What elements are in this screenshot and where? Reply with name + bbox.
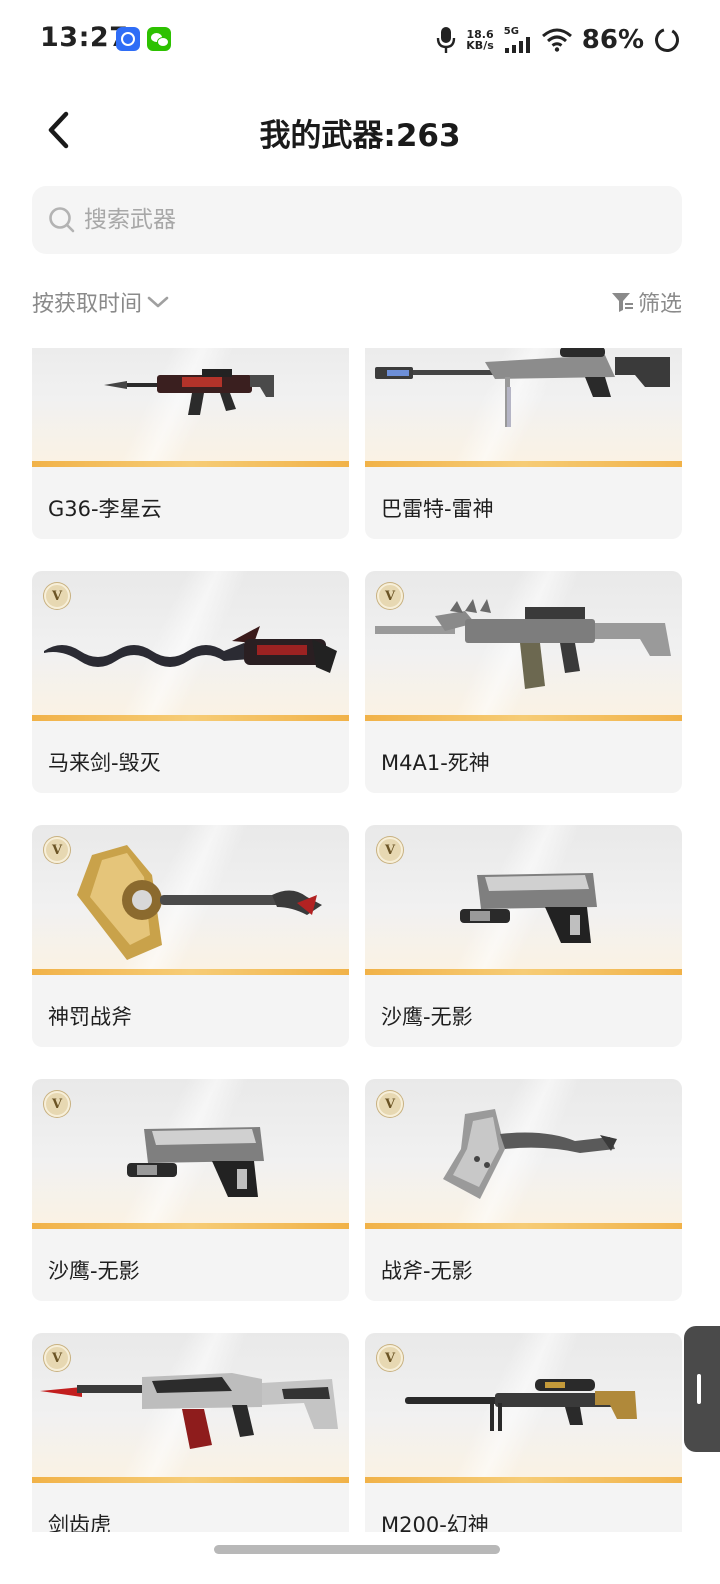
battery-level: 86% xyxy=(581,25,644,55)
microphone-icon xyxy=(437,27,456,53)
v-badge: V xyxy=(377,1345,403,1371)
chevron-down-icon xyxy=(147,296,169,308)
battery-ring-icon xyxy=(655,28,679,52)
weapon-image: V xyxy=(365,1333,682,1483)
weapon-name: 神罚战斧 xyxy=(48,1005,132,1029)
assault-rifle-icon xyxy=(104,369,274,415)
weapon-name: 巴雷特-雷神 xyxy=(381,497,494,521)
pistol-icon xyxy=(127,1127,264,1197)
weapon-image: V xyxy=(32,825,349,975)
v-badge: V xyxy=(377,1091,403,1117)
rifle-icon xyxy=(40,1373,338,1449)
weapon-name: G36-李星云 xyxy=(48,497,162,521)
cellular-signal: 5G xyxy=(504,27,532,53)
weapon-list[interactable]: V G36-李星云 V 巴雷特-雷神 xyxy=(0,348,720,1532)
v-badge: V xyxy=(377,583,403,609)
weapon-name: 沙鹰-无影 xyxy=(48,1259,140,1283)
net-speed: 18.6 KB/s xyxy=(466,29,493,51)
weapon-name: 剑齿虎 xyxy=(48,1513,111,1532)
weapon-card[interactable]: V M200-幻神 xyxy=(365,1333,682,1532)
k-app-icon xyxy=(116,27,140,51)
weapon-card[interactable]: V M4A1-死神 xyxy=(365,571,682,793)
search-input[interactable] xyxy=(84,207,644,233)
weapon-card[interactable]: V 沙鹰-无影 xyxy=(365,825,682,1047)
v-badge: V xyxy=(44,583,70,609)
floating-side-handle[interactable] xyxy=(684,1326,720,1452)
weapon-card[interactable]: V 剑齿虎 xyxy=(32,1333,349,1532)
weapon-name: 马来剑-毁灭 xyxy=(48,751,161,775)
assault-rifle-icon xyxy=(375,599,671,689)
weapon-card[interactable]: V 马来剑-毁灭 xyxy=(32,571,349,793)
weapon-grid: V G36-李星云 V 巴雷特-雷神 xyxy=(32,348,682,1532)
weapon-image: V xyxy=(365,571,682,721)
weapon-card[interactable]: V 战斧-无影 xyxy=(365,1079,682,1301)
wechat-icon xyxy=(147,27,171,51)
weapon-name: 沙鹰-无影 xyxy=(381,1005,473,1029)
wifi-icon xyxy=(541,28,572,52)
sniper-rifle-icon xyxy=(405,1379,637,1431)
signal-bars-icon xyxy=(504,37,530,53)
weapon-image: V xyxy=(365,348,682,467)
network-type: 5G xyxy=(503,26,519,37)
weapon-image: V xyxy=(365,1079,682,1229)
weapon-image: V xyxy=(32,1333,349,1483)
weapon-card[interactable]: V 神罚战斧 xyxy=(32,825,349,1047)
kris-sword-icon xyxy=(44,626,337,673)
v-badge: V xyxy=(44,1091,70,1117)
sort-label: 按获取时间 xyxy=(32,292,143,317)
weapon-image: V xyxy=(32,348,349,467)
weapon-image: V xyxy=(32,571,349,721)
status-right: 18.6 KB/s 5G 86% xyxy=(436,22,680,58)
filter-icon xyxy=(611,293,633,312)
weapon-image: V xyxy=(365,825,682,975)
home-indicator[interactable] xyxy=(214,1545,500,1554)
page-title: 我的武器:263 xyxy=(259,118,461,154)
sniper-rifle-icon xyxy=(375,348,670,427)
status-bar: 13:27 18.6 KB/s 5G 86% xyxy=(0,0,720,80)
weapon-card[interactable]: V G36-李星云 xyxy=(32,348,349,539)
v-badge: V xyxy=(44,837,70,863)
sort-dropdown[interactable]: 按获取时间 xyxy=(32,286,170,318)
weapon-card[interactable]: V 沙鹰-无影 xyxy=(32,1079,349,1301)
v-badge: V xyxy=(377,837,403,863)
battle-axe-icon xyxy=(77,845,322,960)
weapon-image: V xyxy=(32,1079,349,1229)
net-speed-unit: KB/s xyxy=(466,39,494,52)
filter-button[interactable]: 筛选 xyxy=(610,286,682,318)
axe-icon xyxy=(443,1109,617,1199)
v-badge: V xyxy=(44,1345,70,1371)
weapon-name: 战斧-无影 xyxy=(381,1259,473,1283)
weapon-name: M4A1-死神 xyxy=(381,751,490,775)
search-icon xyxy=(49,207,75,233)
filter-label: 筛选 xyxy=(637,292,682,317)
search-box[interactable] xyxy=(32,186,682,254)
pistol-icon xyxy=(460,873,597,943)
weapon-name: M200-幻神 xyxy=(381,1513,489,1532)
weapon-card[interactable]: V 巴雷特-雷神 xyxy=(365,348,682,539)
